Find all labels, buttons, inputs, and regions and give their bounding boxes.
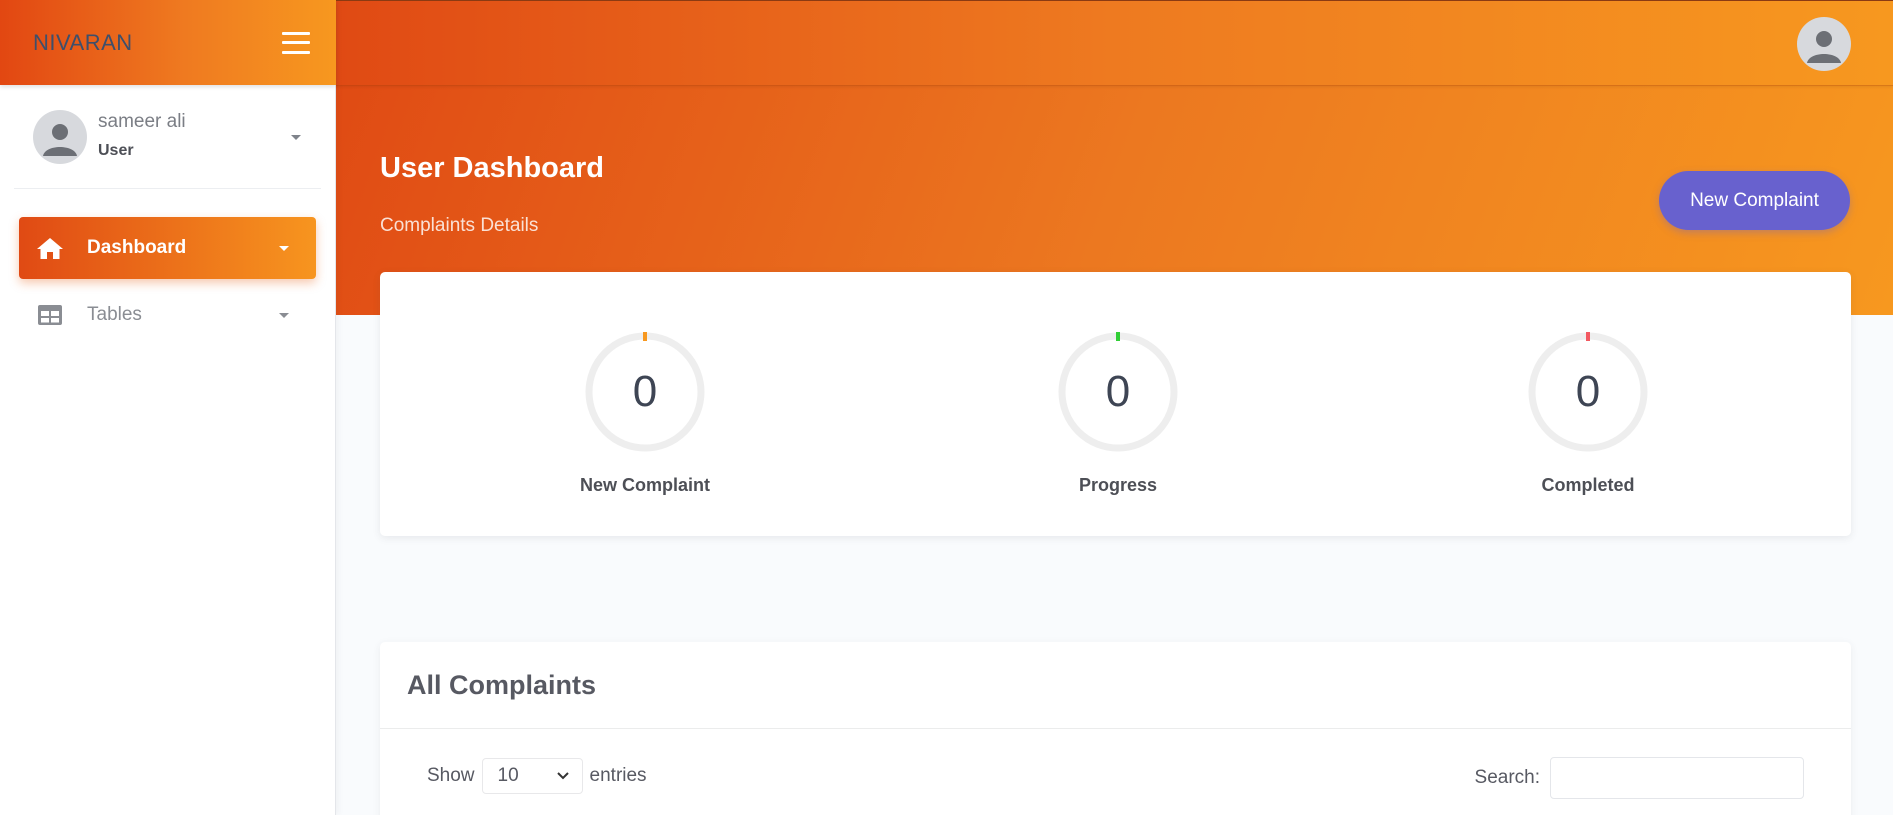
page-title: User Dashboard <box>380 152 605 184</box>
sidebar-item-dashboard[interactable]: Dashboard <box>19 217 316 279</box>
user-role: User <box>98 141 134 159</box>
table-icon <box>35 302 65 328</box>
stat-completed: 0 Completed <box>1488 331 1688 496</box>
stat-label: New Complaint <box>579 475 710 495</box>
stat-label: Progress <box>1078 475 1158 495</box>
entries-label: entries <box>589 765 647 786</box>
sidebar-nav: Dashboard Tables <box>0 217 335 346</box>
stat-circle: 0 <box>1057 331 1179 453</box>
stat-new-complaint: 0 New Complaint <box>545 331 745 496</box>
brand-logo[interactable]: NIVARAN <box>33 30 133 56</box>
user-name: sameer ali <box>98 110 186 132</box>
stat-value: 0 <box>1575 367 1601 416</box>
show-label: Show <box>427 765 475 786</box>
card-header: All Complaints <box>380 642 1851 729</box>
new-complaint-button[interactable]: New Complaint <box>1659 171 1850 230</box>
sidebar: NIVARAN sameer ali User Dashboard Tables <box>0 0 336 815</box>
table-search: Search: <box>1475 757 1804 799</box>
stat-circle: 0 <box>1527 331 1649 453</box>
menu-toggle-icon[interactable] <box>282 31 310 54</box>
profile-avatar[interactable] <box>1797 17 1851 71</box>
search-input[interactable] <box>1550 757 1804 799</box>
user-avatar <box>33 109 87 164</box>
sidebar-item-label: Tables <box>87 304 142 325</box>
user-profile[interactable]: sameer ali User <box>14 85 321 189</box>
app-root: NIVARAN sameer ali User Dashboard Tables… <box>0 0 1893 815</box>
chevron-down-icon <box>556 772 569 780</box>
entries-value: 10 <box>497 765 519 786</box>
page-subtitle: Complaints Details <box>380 215 539 236</box>
home-icon <box>35 235 65 261</box>
stat-circle: 0 <box>584 331 706 453</box>
chevron-down-icon[interactable] <box>291 134 301 140</box>
stats-card: 0 New Complaint 0 Progress 0 Completed <box>380 272 1851 536</box>
search-label: Search: <box>1474 767 1540 788</box>
sidebar-item-tables[interactable]: Tables <box>19 284 316 346</box>
sidebar-item-label: Dashboard <box>87 237 187 258</box>
entries-select[interactable]: 10 <box>481 758 583 794</box>
stat-label: Completed <box>1541 475 1635 495</box>
card-title: All Complaints <box>407 669 597 700</box>
table-controls: Show 10 entries Search: <box>380 729 1851 815</box>
stat-value: 0 <box>632 367 658 416</box>
show-entries: Show 10 entries <box>427 758 647 794</box>
logo-header: NIVARAN <box>0 0 336 85</box>
chevron-down-icon <box>279 313 289 318</box>
top-navbar <box>336 0 1893 86</box>
complaints-card: All Complaints Show 10 entries Search: <box>380 642 1851 815</box>
stat-value: 0 <box>1105 367 1131 416</box>
stat-progress: 0 Progress <box>1018 331 1218 496</box>
chevron-down-icon <box>279 246 289 251</box>
